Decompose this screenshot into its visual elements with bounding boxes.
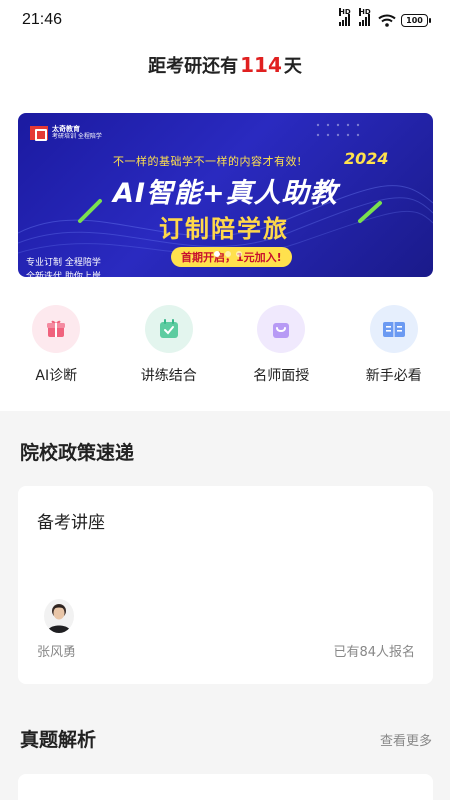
- exam-countdown: 距考研还有 114 天: [0, 52, 450, 78]
- exam-card[interactable]: [18, 774, 433, 800]
- banner-year: 2024: [344, 149, 389, 168]
- quick-entry-row: AI诊断 讲练结合 名师面授 新手必看: [0, 305, 450, 385]
- banner-headline-2: 订制陪学旅: [159, 215, 289, 243]
- carousel-indicator: [214, 251, 242, 257]
- countdown-days: 114: [240, 53, 282, 77]
- banner-tagline-1: 专业订制 全程陪学: [26, 258, 101, 268]
- brand-logo-icon: [30, 126, 48, 141]
- calendar-check-icon: [159, 319, 178, 338]
- quick-entry-ai-diagnosis[interactable]: AI诊断: [0, 305, 113, 385]
- quick-entry-icon-bg: [369, 305, 418, 353]
- carousel-dot[interactable]: [225, 251, 231, 257]
- battery-level: 100: [406, 15, 423, 25]
- book-icon: [382, 322, 405, 337]
- status-icons: HD HD 100: [339, 8, 431, 27]
- battery-icon: 100: [401, 13, 431, 27]
- banner-subtitle: 不一样的基础学不一样的内容才有效!: [113, 155, 302, 168]
- gift-icon: [47, 320, 66, 337]
- quick-entry-label: 讲练结合: [140, 368, 197, 384]
- countdown-prefix: 距考研还有: [148, 56, 239, 77]
- wifi-icon: [378, 14, 396, 27]
- quick-entry-label: AI诊断: [35, 368, 78, 384]
- banner-cta-pill: 首期开启，1元加入!: [171, 247, 292, 267]
- carousel-dot[interactable]: [236, 251, 242, 257]
- status-bar: 21:46 HD HD 100: [0, 0, 450, 40]
- avatar: [44, 599, 74, 633]
- signup-count: 已有84人报名: [333, 645, 415, 660]
- section-title-policy: 院校政策速递: [20, 442, 135, 464]
- lecture-title: 备考讲座: [37, 513, 105, 533]
- countdown-suffix: 天: [283, 56, 302, 77]
- teacher-name: 张风勇: [37, 645, 77, 660]
- quick-entry-icon-bg: [257, 305, 306, 353]
- quick-entry-icon-bg: [32, 305, 81, 353]
- promo-banner[interactable]: 太奇教育 考研培训 全程陪学 不一样的基础学不一样的内容才有效! 2024 AI…: [18, 113, 433, 277]
- banner-logo: 太奇教育 考研培训 全程陪学: [30, 125, 102, 141]
- view-more-link[interactable]: 查看更多: [380, 730, 432, 749]
- quick-entry-icon-bg: [144, 305, 193, 353]
- quick-entry-practice[interactable]: 讲练结合: [113, 305, 226, 385]
- status-time: 21:46: [22, 11, 63, 28]
- shopping-bag-icon: [273, 323, 290, 338]
- lecture-card[interactable]: 备考讲座 张风勇 已有84人报名: [18, 486, 433, 684]
- signal-1-icon: HD: [339, 8, 351, 26]
- quick-entry-beginner[interactable]: 新手必看: [338, 305, 450, 385]
- quick-entry-teacher[interactable]: 名师面授: [225, 305, 338, 385]
- signal-2-icon: HD: [359, 8, 371, 26]
- banner-tagline-2: 全新迭代 助你上岸: [26, 272, 101, 277]
- brand-name: 太奇教育: [52, 125, 80, 133]
- carousel-dot[interactable]: [214, 251, 220, 257]
- content-area: 院校政策速递 备考讲座 张风勇 已有84人报名 真题解析 查看更多: [0, 411, 450, 800]
- quick-entry-label: 名师面授: [253, 368, 310, 384]
- brand-slogan: 考研培训 全程陪学: [52, 133, 102, 140]
- banner-headline: AI智能+真人助教: [113, 178, 338, 209]
- quick-entry-label: 新手必看: [365, 368, 422, 384]
- section-title-exam: 真题解析: [20, 729, 97, 751]
